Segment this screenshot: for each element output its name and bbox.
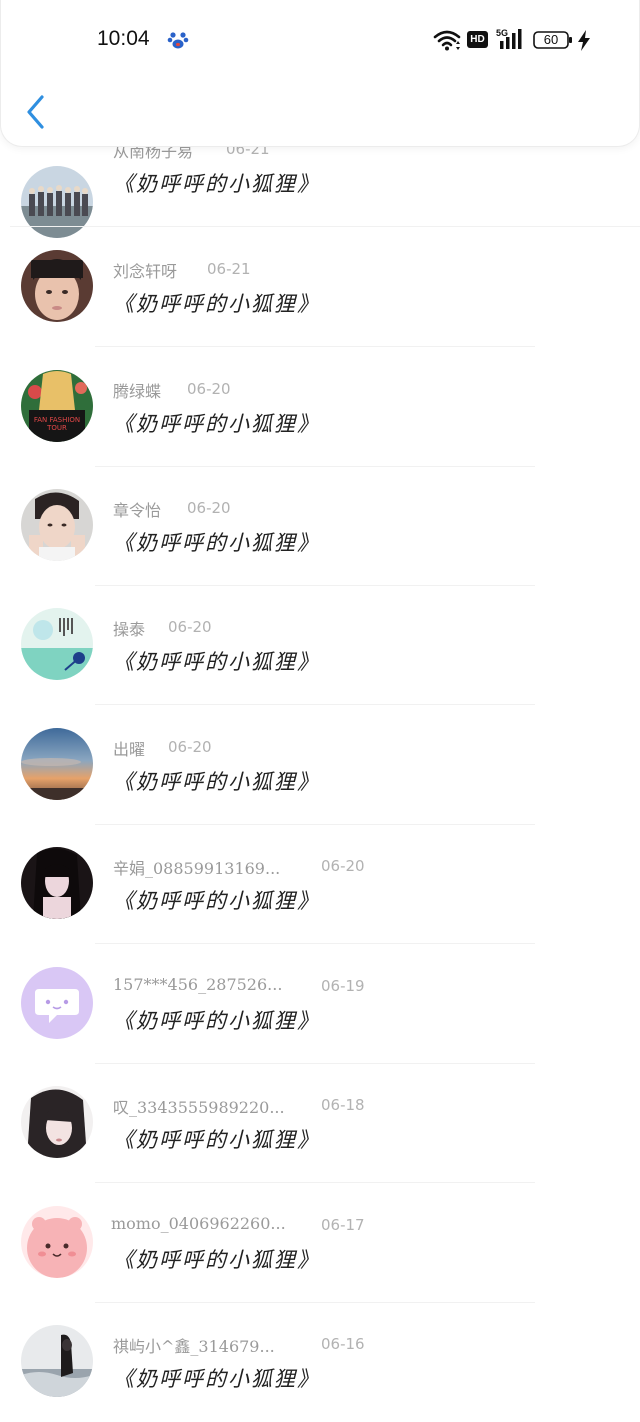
svg-text:5G: 5G (496, 28, 508, 38)
back-button[interactable] (21, 92, 51, 132)
entry-title[interactable]: 《奶呼呼的小狐狸》 (113, 1363, 320, 1393)
list-item[interactable]: FAN FASHION TOUR 腾绿蝶 06-20 《奶呼呼的小狐狸》 (0, 348, 640, 467)
chevron-left-icon (27, 95, 44, 129)
entry-title[interactable]: 《奶呼呼的小狐狸》 (113, 766, 320, 796)
battery-level: 60 (543, 32, 559, 47)
entry-title[interactable]: 《奶呼呼的小狐狸》 (113, 168, 320, 198)
divider (95, 704, 535, 705)
entry-date: 06-17 (321, 1216, 365, 1234)
entry-name: 祺屿小^鑫_314679... (113, 1337, 275, 1356)
avatar[interactable] (21, 967, 93, 1039)
avatar[interactable]: FAN FASHION TOUR (21, 370, 93, 442)
entry-name: 腾绿蝶 (113, 382, 162, 401)
list-item[interactable]: 157***456_287526... 06-19 《奶呼呼的小狐狸》 (0, 945, 640, 1064)
divider (10, 226, 640, 227)
list-item[interactable]: momo_0406962260... 06-17 《奶呼呼的小狐狸》 (0, 1184, 640, 1303)
entry-title[interactable]: 《奶呼呼的小狐狸》 (113, 646, 320, 676)
svg-text:FAN FASHION: FAN FASHION (34, 416, 80, 424)
divider (95, 346, 535, 347)
entry-title[interactable]: 《奶呼呼的小狐狸》 (113, 408, 320, 438)
list-item[interactable]: 叹_3343555989220... 06-18 《奶呼呼的小狐狸》 (0, 1064, 640, 1183)
avatar[interactable] (21, 1086, 93, 1158)
entry-name: 辛娟_08859913169... (113, 859, 281, 878)
avatar[interactable] (21, 728, 93, 800)
entry-title[interactable]: 《奶呼呼的小狐狸》 (113, 885, 320, 915)
entry-name: 叹_3343555989220... (113, 1098, 285, 1117)
hd-icon: HD (467, 31, 488, 48)
status-time: 10:04 (97, 27, 150, 50)
signal-5g-icon: 5G (496, 28, 522, 49)
avatar[interactable] (21, 250, 93, 322)
header-bar: 10:04 HD 5G 60 (0, 0, 640, 147)
charging-bolt-icon (578, 30, 590, 51)
avatar[interactable] (21, 608, 93, 680)
list-item[interactable]: 章令怡 06-20 《奶呼呼的小狐狸》 (0, 467, 640, 586)
avatar[interactable] (21, 489, 93, 561)
entry-title[interactable]: 《奶呼呼的小狐狸》 (113, 288, 320, 318)
entry-date: 06-18 (321, 1096, 365, 1114)
divider (95, 943, 535, 944)
list-item[interactable]: 操泰 06-20 《奶呼呼的小狐狸》 (0, 586, 640, 705)
list-item[interactable]: 辛娟_08859913169... 06-20 《奶呼呼的小狐狸》 (0, 825, 640, 944)
entry-name: momo_0406962260... (111, 1214, 286, 1233)
entry-date: 06-20 (321, 857, 365, 875)
svg-text:TOUR: TOUR (46, 424, 67, 432)
wifi-icon (433, 30, 461, 51)
divider (95, 1182, 535, 1183)
entry-title[interactable]: 《奶呼呼的小狐狸》 (113, 1005, 320, 1035)
entry-name: 刘念轩呀 (113, 262, 178, 281)
entry-name: 操泰 (113, 620, 146, 639)
entry-date: 06-20 (168, 738, 212, 756)
entry-date: 06-20 (168, 618, 212, 636)
entry-name: 出曜 (113, 740, 146, 759)
list-item[interactable]: 刘念轩呀 06-21 《奶呼呼的小狐狸》 (0, 228, 640, 347)
entry-date: 06-21 (207, 260, 251, 278)
avatar[interactable] (21, 1206, 93, 1278)
paw-icon (167, 32, 189, 49)
entry-date: 06-20 (187, 499, 231, 517)
entry-name: 157***456_287526... (113, 975, 283, 994)
entry-title[interactable]: 《奶呼呼的小狐狸》 (113, 1244, 320, 1274)
avatar[interactable] (21, 1325, 93, 1397)
entry-date: 06-19 (321, 977, 365, 995)
entry-name: 章令怡 (113, 501, 162, 520)
entry-title[interactable]: 《奶呼呼的小狐狸》 (113, 1124, 320, 1154)
entry-date: 06-16 (321, 1335, 365, 1353)
entry-date: 06-20 (187, 380, 231, 398)
entry-title[interactable]: 《奶呼呼的小狐狸》 (113, 527, 320, 557)
avatar[interactable] (21, 847, 93, 919)
comment-list: 从南杨子易 06-21 《奶呼呼的小狐狸》 刘念轩呀 06-21 《奶呼呼的小狐… (0, 0, 640, 1422)
list-item[interactable]: 祺屿小^鑫_314679... 06-16 《奶呼呼的小狐狸》 (0, 1303, 640, 1422)
list-item[interactable]: 出曜 06-20 《奶呼呼的小狐狸》 (0, 706, 640, 825)
